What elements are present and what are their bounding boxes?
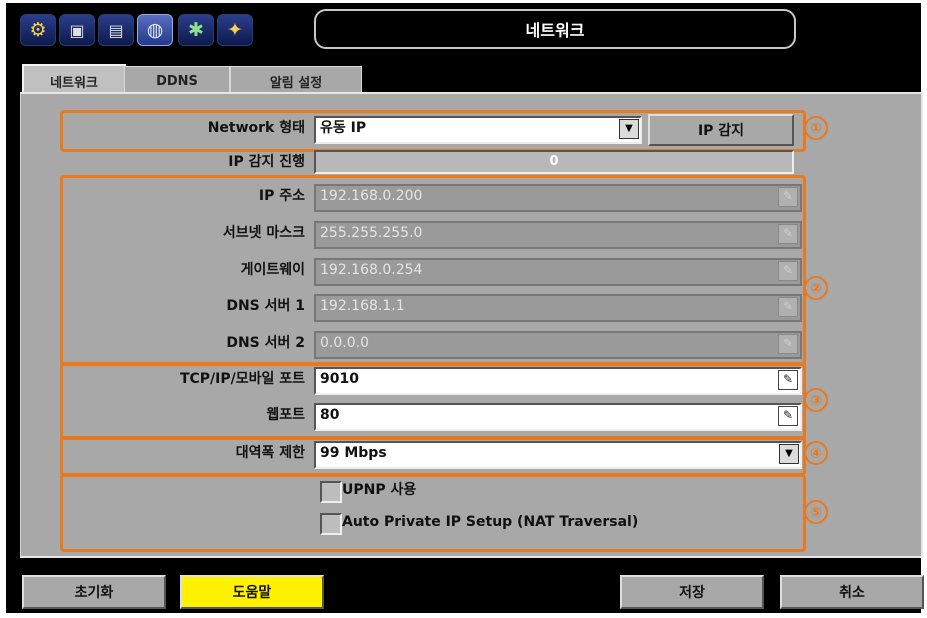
network-globe-icon[interactable]: ◍ xyxy=(137,14,173,46)
web-port-field[interactable]: 80 ✎ xyxy=(314,403,802,431)
web-port-label: 웹포트 xyxy=(266,407,305,423)
gateway-field: 192.168.0.254 ✎ xyxy=(314,258,802,286)
group-marker-3: ③ xyxy=(804,388,828,412)
ip-progress-label: IP 감지 진행 xyxy=(228,154,305,170)
ip-progress-value: 0 xyxy=(549,154,559,169)
group-marker-5: ⑤ xyxy=(804,500,828,524)
network-type-label: Network 형태 xyxy=(207,120,305,136)
pencil-icon[interactable]: ✎ xyxy=(778,406,798,426)
cancel-button[interactable]: 취소 xyxy=(780,575,924,609)
pencil-icon: ✎ xyxy=(778,334,798,354)
network-type-select[interactable]: 유동 IP ▼ xyxy=(314,116,642,144)
ip-detect-button[interactable]: IP 감지 xyxy=(648,114,794,146)
reset-button[interactable]: 초기화 xyxy=(22,575,166,609)
group-marker-2: ② xyxy=(804,276,828,300)
group-marker-1: ① xyxy=(804,116,828,140)
save-button[interactable]: 저장 xyxy=(620,575,764,609)
bandwidth-select[interactable]: 99 Mbps ▼ xyxy=(314,441,802,469)
storage-icon[interactable]: ▤ xyxy=(98,14,134,46)
dns1-label: DNS 서버 1 xyxy=(226,298,305,314)
group-marker-4: ④ xyxy=(804,441,828,465)
ip-address-value: 192.168.0.200 xyxy=(320,188,423,204)
web-port-value: 80 xyxy=(320,407,340,423)
dns2-field: 0.0.0.0 ✎ xyxy=(314,331,802,359)
dns2-value: 0.0.0.0 xyxy=(320,335,369,351)
tcp-port-field[interactable]: 9010 ✎ xyxy=(314,367,802,395)
ip-address-label: IP 주소 xyxy=(258,188,305,204)
upnp-checkbox[interactable] xyxy=(320,481,342,503)
chevron-down-icon[interactable]: ▼ xyxy=(619,119,639,139)
event-icon[interactable]: ✱ xyxy=(178,14,214,46)
ip-address-field: 192.168.0.200 ✎ xyxy=(314,184,802,212)
bandwidth-value: 99 Mbps xyxy=(320,445,387,461)
help-button[interactable]: 도움말 xyxy=(180,575,324,609)
pencil-icon: ✎ xyxy=(778,187,798,207)
gateway-label: 게이트웨이 xyxy=(240,262,305,278)
subnet-mask-field: 255.255.255.0 ✎ xyxy=(314,221,802,249)
subnet-mask-value: 255.255.255.0 xyxy=(320,225,423,241)
window-title: 네트워크 xyxy=(314,9,796,49)
gateway-value: 192.168.0.254 xyxy=(320,262,423,278)
dns1-field: 192.168.1.1 ✎ xyxy=(314,294,802,322)
dns1-value: 192.168.1.1 xyxy=(320,298,405,314)
pencil-icon: ✎ xyxy=(778,297,798,317)
camera-icon[interactable]: ▣ xyxy=(59,14,95,46)
tab-alarm-settings[interactable]: 알림 설정 xyxy=(230,66,362,95)
gear-icon[interactable]: ⚙ xyxy=(20,14,56,46)
tcp-port-value: 9010 xyxy=(320,371,359,387)
pencil-icon: ✎ xyxy=(778,261,798,281)
auto-private-ip-label: Auto Private IP Setup (NAT Traversal) xyxy=(342,514,639,530)
dns2-label: DNS 서버 2 xyxy=(226,335,305,351)
auto-private-ip-checkbox[interactable] xyxy=(320,513,342,535)
bandwidth-label: 대역폭 제한 xyxy=(235,445,305,461)
tab-ddns[interactable]: DDNS xyxy=(124,66,230,95)
pencil-icon[interactable]: ✎ xyxy=(778,370,798,390)
upnp-label: UPNP 사용 xyxy=(342,482,417,498)
chevron-down-icon[interactable]: ▼ xyxy=(779,444,799,464)
ip-progress-bar: 0 xyxy=(314,150,794,174)
network-type-value: 유동 IP xyxy=(320,120,367,136)
tcp-port-label: TCP/IP/모바일 포트 xyxy=(179,371,305,387)
pencil-icon: ✎ xyxy=(778,224,798,244)
tools-icon[interactable]: ✦ xyxy=(217,14,253,46)
subnet-mask-label: 서브넷 마스크 xyxy=(222,225,305,241)
